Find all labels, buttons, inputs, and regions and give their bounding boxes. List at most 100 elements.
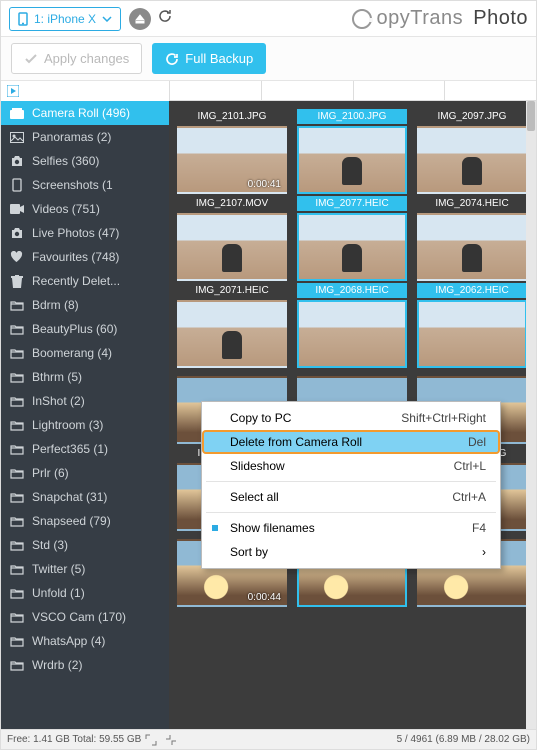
menu-item[interactable]: Show filenamesF4 (202, 516, 500, 540)
full-backup-button[interactable]: Full Backup (152, 43, 266, 74)
menu-item[interactable]: Copy to PCShift+Ctrl+Right (202, 406, 500, 430)
sidebar-item[interactable]: BeautyPlus (60) (1, 317, 169, 341)
eject-button[interactable] (129, 8, 151, 30)
thumbnail[interactable] (297, 126, 407, 194)
device-label: 1: iPhone X (34, 12, 96, 26)
sidebar-item-label: Perfect365 (1) (32, 442, 108, 456)
thumb-caption: IMG_2071.HEIC (177, 283, 287, 298)
folder-icon (9, 468, 24, 479)
thumbnail[interactable]: 0:00:41 (177, 126, 287, 194)
heart-icon (9, 251, 24, 263)
sidebar-item-label: Selfies (360) (32, 154, 99, 168)
sidebar-item[interactable]: Live Photos (47) (1, 221, 169, 245)
folder-icon (9, 348, 24, 359)
sidebar-item-label: Snapseed (79) (32, 514, 111, 528)
folder-icon (9, 564, 24, 575)
sidebar-item-label: Snapchat (31) (32, 490, 107, 504)
duration-label: 0:00:44 (248, 592, 281, 603)
sidebar-item[interactable]: Lightroom (3) (1, 413, 169, 437)
menu-item[interactable]: SlideshowCtrl+L (202, 454, 500, 478)
sidebar-item[interactable]: Snapchat (31) (1, 485, 169, 509)
sidebar-item[interactable]: Boomerang (4) (1, 341, 169, 365)
sidebar-item[interactable]: Perfect365 (1) (1, 437, 169, 461)
thumbnail[interactable] (417, 213, 527, 281)
sidebar-item[interactable]: Bdrm (8) (1, 293, 169, 317)
sidebar-item[interactable]: WhatsApp (4) (1, 629, 169, 653)
context-menu: Copy to PCShift+Ctrl+RightDelete from Ca… (201, 401, 501, 569)
trash-icon (9, 275, 24, 288)
scrollbar-thumb[interactable] (527, 101, 535, 131)
menu-shortcut: Ctrl+L (454, 459, 486, 473)
device-selector[interactable]: 1: iPhone X (9, 7, 121, 31)
sidebar: Camera Roll (496) Panoramas (2) Selfies (3… (1, 81, 169, 731)
sidebar-item-label: Recently Delet... (32, 274, 120, 288)
folder-icon (9, 300, 24, 311)
sidebar-item-label: Live Photos (47) (32, 226, 119, 240)
sidebar-item-label: Bdrm (8) (32, 298, 79, 312)
folder-icon (9, 324, 24, 335)
thumb-caption (297, 370, 407, 374)
menu-shortcut: F4 (472, 521, 486, 535)
refresh-button[interactable] (157, 8, 173, 29)
sidebar-item-label: WhatsApp (4) (32, 634, 105, 648)
thumb-caption: IMG_2074.HEIC (417, 196, 527, 211)
sidebar-item-label: Unfold (1) (32, 586, 85, 600)
play-icon (7, 85, 19, 97)
menu-item[interactable]: Select allCtrl+A (202, 485, 500, 509)
status-selection: 5 / 4961 (6.89 MB / 28.02 GB) (397, 734, 530, 745)
sidebar-item-label: Lightroom (3) (32, 418, 103, 432)
scrollbar[interactable] (526, 101, 536, 731)
sidebar-item[interactable]: Panoramas (2) (1, 125, 169, 149)
menu-item-label: Select all (230, 490, 279, 504)
sidebar-item[interactable]: VSCO Cam (170) (1, 605, 169, 629)
sidebar-item[interactable]: Camera Roll (496) (1, 101, 169, 125)
menu-shortcut: Del (468, 435, 486, 449)
folder-icon (9, 444, 24, 455)
thumbnail[interactable] (417, 126, 527, 194)
sidebar-item-label: InShot (2) (32, 394, 85, 408)
sidebar-item[interactable]: Selfies (360) (1, 149, 169, 173)
thumbnail[interactable] (297, 213, 407, 281)
thumbnail[interactable] (417, 300, 527, 368)
sidebar-item-label: VSCO Cam (170) (32, 610, 126, 624)
sidebar-item-label: Boomerang (4) (32, 346, 112, 360)
status-bar: Free: 1.41 GB Total: 59.55 GB 5 / 4961 (… (1, 729, 536, 749)
thumb-caption (417, 370, 527, 374)
refresh-icon (157, 8, 173, 24)
backup-icon (165, 52, 179, 66)
folder-icon (9, 612, 24, 623)
thumb-caption: IMG_2101.JPG (177, 109, 287, 124)
collapse-icon[interactable] (163, 732, 179, 748)
chevron-down-icon (102, 16, 112, 22)
sidebar-item[interactable]: Twitter (5) (1, 557, 169, 581)
expand-icon[interactable] (143, 732, 159, 748)
thumbnail[interactable] (177, 213, 287, 281)
sidebar-item[interactable]: InShot (2) (1, 389, 169, 413)
sidebar-item-label: Wrdrb (2) (32, 658, 82, 672)
sidebar-item[interactable]: Snapseed (79) (1, 509, 169, 533)
thumb-caption: IMG_2062.HEIC (417, 283, 527, 298)
sidebar-item-label: Camera Roll (496) (32, 106, 130, 120)
thumbnail[interactable] (297, 300, 407, 368)
sidebar-item[interactable]: Favourites (748) (1, 245, 169, 269)
sidebar-item[interactable]: Screenshots (1 (1, 173, 169, 197)
sidebar-item[interactable]: Unfold (1) (1, 581, 169, 605)
brand-logo: opyTrans Photo (352, 7, 528, 30)
sidebar-item[interactable]: Recently Delet... (1, 269, 169, 293)
play-strip[interactable] (1, 81, 169, 101)
thumbnail[interactable] (177, 300, 287, 368)
sidebar-item[interactable]: Bthrm (5) (1, 365, 169, 389)
sidebar-item[interactable]: Wrdrb (2) (1, 653, 169, 677)
sidebar-item-label: Panoramas (2) (32, 130, 111, 144)
sidebar-item[interactable]: Prlr (6) (1, 461, 169, 485)
menu-item[interactable]: Delete from Camera RollDel (202, 430, 500, 454)
view-controls[interactable] (169, 81, 536, 101)
menu-shortcut: Shift+Ctrl+Right (401, 411, 486, 425)
sidebar-item[interactable]: Videos (751) (1, 197, 169, 221)
thumb-caption (177, 370, 287, 374)
menu-item[interactable]: Sort by› (202, 540, 500, 564)
sidebar-item[interactable]: Std (3) (1, 533, 169, 557)
folder-icon (9, 516, 24, 527)
menu-item-label: Sort by (230, 545, 268, 559)
thumb-caption: IMG_2100.JPG (297, 109, 407, 124)
